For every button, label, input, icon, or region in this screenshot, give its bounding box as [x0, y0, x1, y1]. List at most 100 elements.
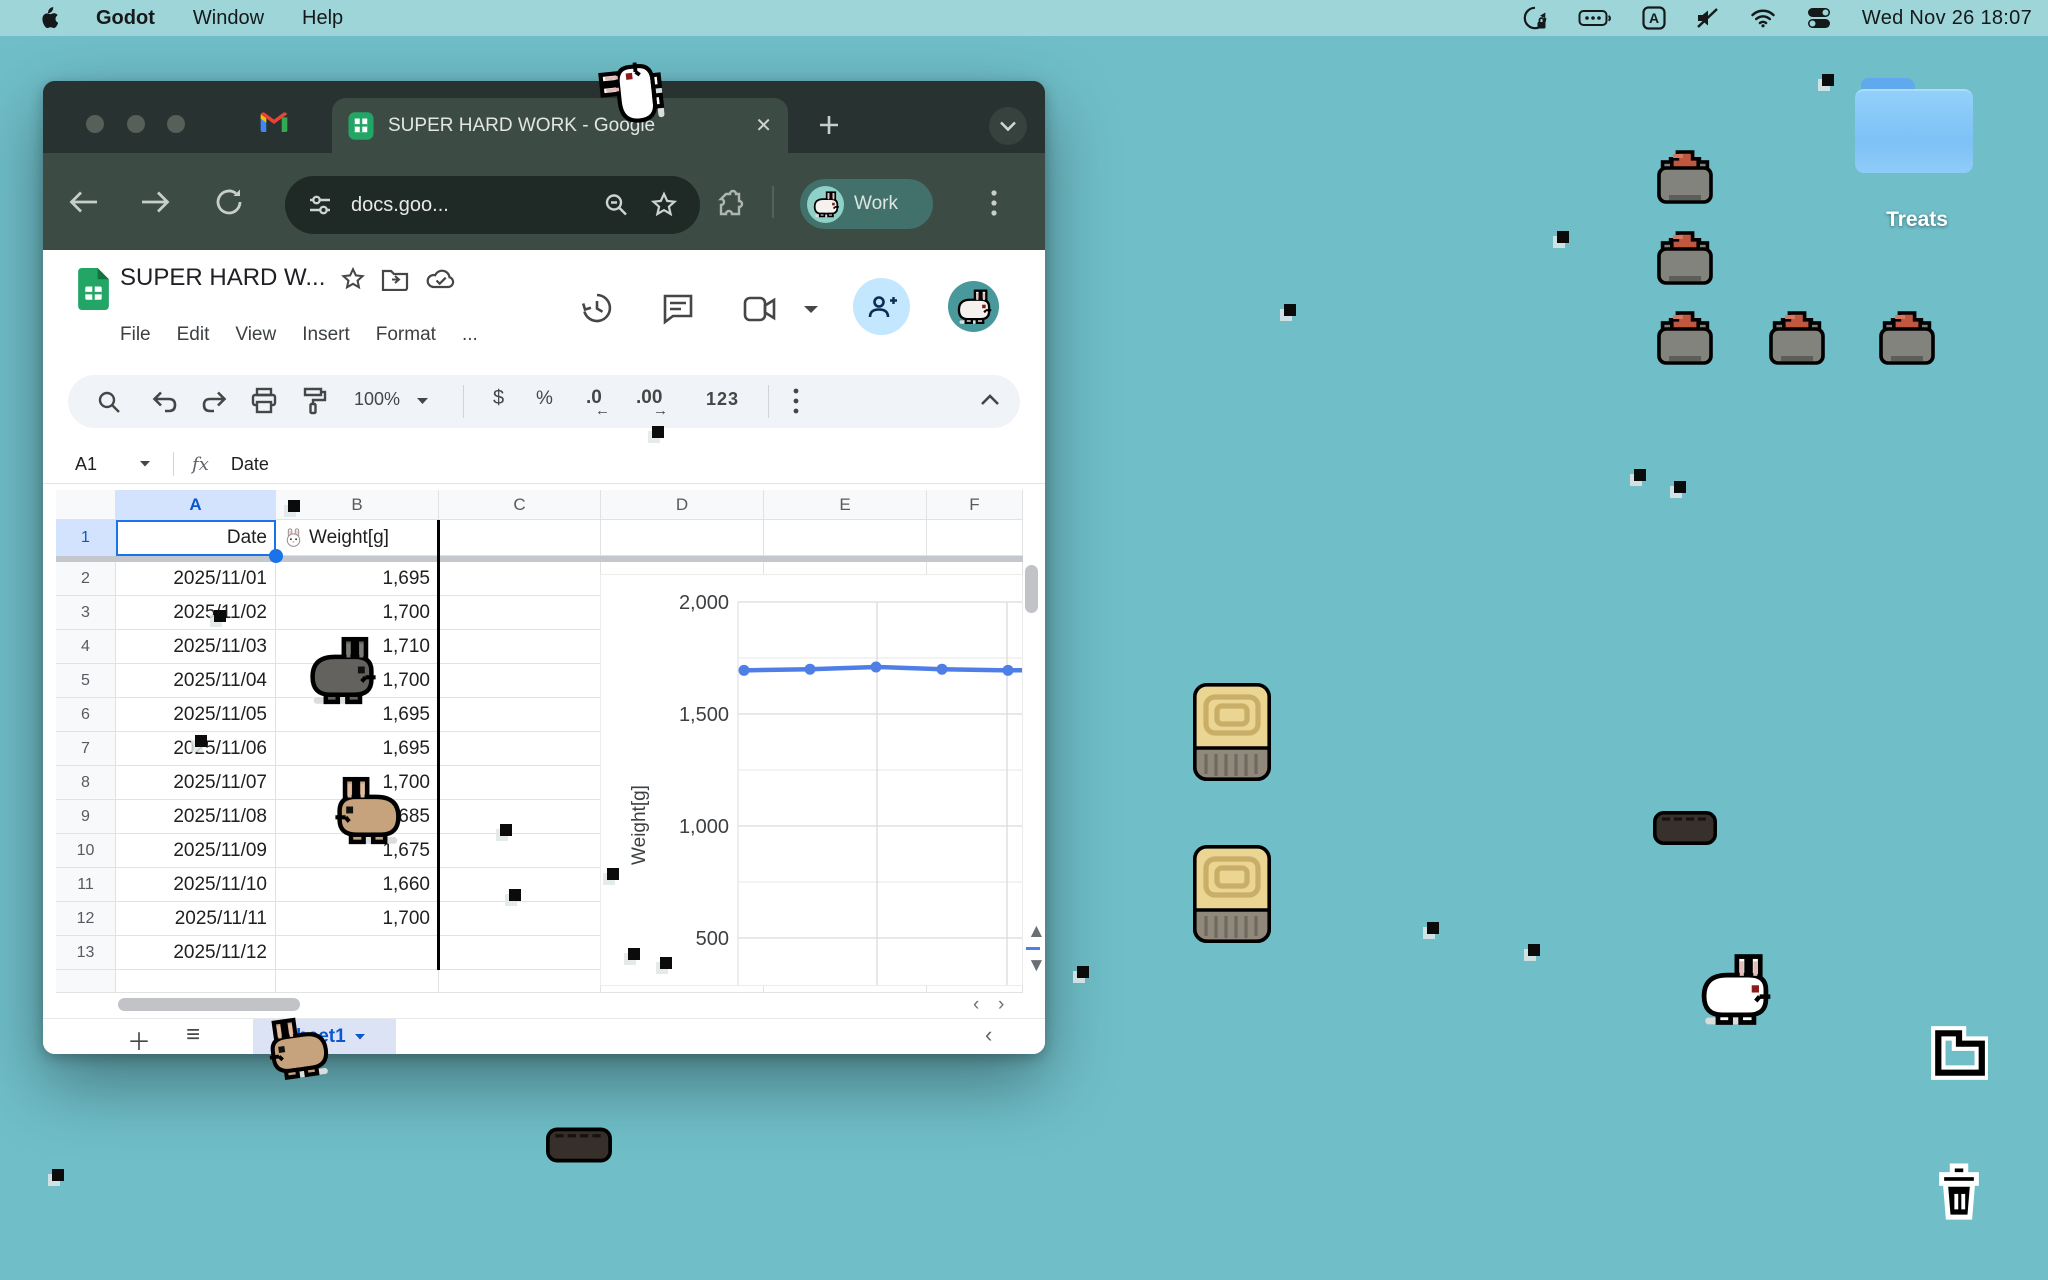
row-header-3[interactable]: 3	[56, 596, 116, 630]
cell-b3[interactable]: 1,700	[276, 596, 439, 630]
column-header-E[interactable]: E	[764, 490, 927, 520]
doc-title[interactable]: SUPER HARD W...	[120, 264, 325, 292]
tan-rabbit[interactable]	[330, 775, 408, 847]
cell-a4[interactable]: 2025/11/03	[116, 630, 276, 664]
sheets-menu-insert[interactable]: Insert	[302, 324, 350, 346]
profile-chip[interactable]: Work	[800, 179, 933, 229]
row-header-1[interactable]: 1	[56, 520, 116, 556]
treat-pot-icon[interactable]	[1653, 224, 1717, 292]
horizontal-scrollbar-thumb[interactable]	[118, 998, 300, 1011]
row-header-11[interactable]: 11	[56, 868, 116, 902]
treat-pot-icon[interactable]	[1765, 304, 1829, 372]
column-header-B[interactable]: B	[276, 490, 439, 520]
cell-b1[interactable]: Weight[g]	[276, 520, 439, 556]
white-rabbit-on-tab[interactable]	[596, 55, 667, 133]
cell-r12c3[interactable]	[439, 902, 601, 936]
format-percent-button[interactable]: %	[536, 388, 553, 410]
treat-pot-icon[interactable]	[1653, 304, 1717, 372]
log-treat-icon[interactable]	[545, 1126, 613, 1164]
control-center-icon[interactable]	[1806, 6, 1832, 30]
row-header-6[interactable]: 6	[56, 698, 116, 732]
cell-r2c3[interactable]	[439, 562, 601, 596]
name-box-caret-icon[interactable]	[139, 460, 151, 468]
cell-row1-col4[interactable]	[601, 520, 764, 556]
new-tab-button[interactable]	[815, 111, 843, 139]
cell-r6c3[interactable]	[439, 698, 601, 732]
row-header-13[interactable]: 13	[56, 936, 116, 970]
vertical-scrollbar-thumb[interactable]	[1025, 565, 1038, 613]
forward-icon[interactable]	[138, 188, 172, 216]
tan-rabbit-small[interactable]	[260, 1011, 338, 1084]
cell-a9[interactable]: 2025/11/08	[116, 800, 276, 834]
cell-a13[interactable]: 2025/11/12	[116, 936, 276, 970]
extensions-icon[interactable]	[715, 188, 745, 218]
apple-menu-icon[interactable]	[38, 6, 58, 30]
reload-icon[interactable]	[213, 186, 245, 218]
cell-r5c3[interactable]	[439, 664, 601, 698]
cell-b2[interactable]: 1,695	[276, 562, 439, 596]
mute-icon[interactable]	[1696, 7, 1720, 29]
row-header-10[interactable]: 10	[56, 834, 116, 868]
url-bar[interactable]: docs.goo...	[285, 176, 700, 234]
star-doc-icon[interactable]	[340, 266, 366, 292]
hay-bale-icon[interactable]	[1192, 844, 1272, 944]
close-window-button[interactable]	[86, 115, 104, 133]
treat-pot-icon[interactable]	[1653, 143, 1717, 211]
cell-a8[interactable]: 2025/11/07	[116, 766, 276, 800]
cell-a10[interactable]: 2025/11/09	[116, 834, 276, 868]
minimize-window-button[interactable]	[127, 115, 145, 133]
cell-b13[interactable]	[276, 936, 439, 970]
meet-camera-icon[interactable]	[743, 296, 777, 322]
cell-r10c3[interactable]	[439, 834, 601, 868]
tab-close-icon[interactable]: ✕	[755, 113, 772, 138]
selection-fill-handle[interactable]	[269, 549, 283, 563]
menubar-item-window[interactable]: Window	[193, 7, 264, 30]
bookmark-star-icon[interactable]	[650, 191, 678, 219]
weight-chart[interactable]: 2,0001,5001,000500Weight[g]	[601, 575, 1022, 985]
zoom-window-button[interactable]	[167, 115, 185, 133]
treat-pot-icon[interactable]	[1875, 304, 1939, 372]
battery-icon[interactable]	[1578, 8, 1612, 28]
undo-icon[interactable]	[151, 389, 179, 413]
log-treat-icon[interactable]	[1652, 810, 1718, 846]
sheets-logo-icon[interactable]	[78, 268, 109, 310]
column-header-A[interactable]: A	[116, 490, 276, 520]
site-settings-icon[interactable]	[307, 192, 333, 218]
menubar-app-name[interactable]: Godot	[96, 7, 155, 30]
cell-row1-col6[interactable]	[927, 520, 1023, 556]
white-rabbit-desktop[interactable]	[1694, 953, 1776, 1027]
print-icon[interactable]	[250, 387, 278, 415]
row-header-12[interactable]: 12	[56, 902, 116, 936]
redo-icon[interactable]	[200, 389, 228, 413]
row-header-5[interactable]: 5	[56, 664, 116, 698]
tab-search-chevron-icon[interactable]	[989, 107, 1027, 145]
add-sheet-icon[interactable]: ＋	[127, 1022, 151, 1054]
format-currency-button[interactable]: $	[493, 387, 504, 410]
cell-row1-col3[interactable]	[439, 520, 601, 556]
sheets-menu-[interactable]: ...	[462, 324, 478, 346]
row-header-8[interactable]: 8	[56, 766, 116, 800]
comments-icon[interactable]	[661, 292, 695, 326]
hay-bale-icon[interactable]	[1192, 682, 1272, 782]
menubar-item-help[interactable]: Help	[302, 7, 343, 30]
cell-r4c3[interactable]	[439, 630, 601, 664]
sheets-menu-format[interactable]: Format	[376, 324, 436, 346]
cell-r3c3[interactable]	[439, 596, 601, 630]
trash-icon[interactable]	[1932, 1162, 1986, 1222]
move-to-folder-icon[interactable]	[381, 267, 409, 291]
search-icon[interactable]	[96, 389, 122, 415]
share-button[interactable]	[853, 278, 910, 335]
frozen-row-divider[interactable]	[56, 556, 1023, 562]
column-header-F[interactable]: F	[927, 490, 1023, 520]
back-icon[interactable]	[67, 188, 101, 216]
formula-input[interactable]: Date	[231, 454, 269, 475]
cell-r7c3[interactable]	[439, 732, 601, 766]
sheets-menu-edit[interactable]: Edit	[177, 324, 210, 346]
zoom-page-icon[interactable]	[602, 191, 630, 219]
cell-a12[interactable]: 2025/11/11	[116, 902, 276, 936]
cell-a11[interactable]: 2025/11/10	[116, 868, 276, 902]
scroll-right-icon[interactable]: ›	[998, 995, 1004, 1014]
cell-a3[interactable]: 2025/11/02	[116, 596, 276, 630]
row-header-4[interactable]: 4	[56, 630, 116, 664]
cell-r13c3[interactable]	[439, 936, 601, 970]
